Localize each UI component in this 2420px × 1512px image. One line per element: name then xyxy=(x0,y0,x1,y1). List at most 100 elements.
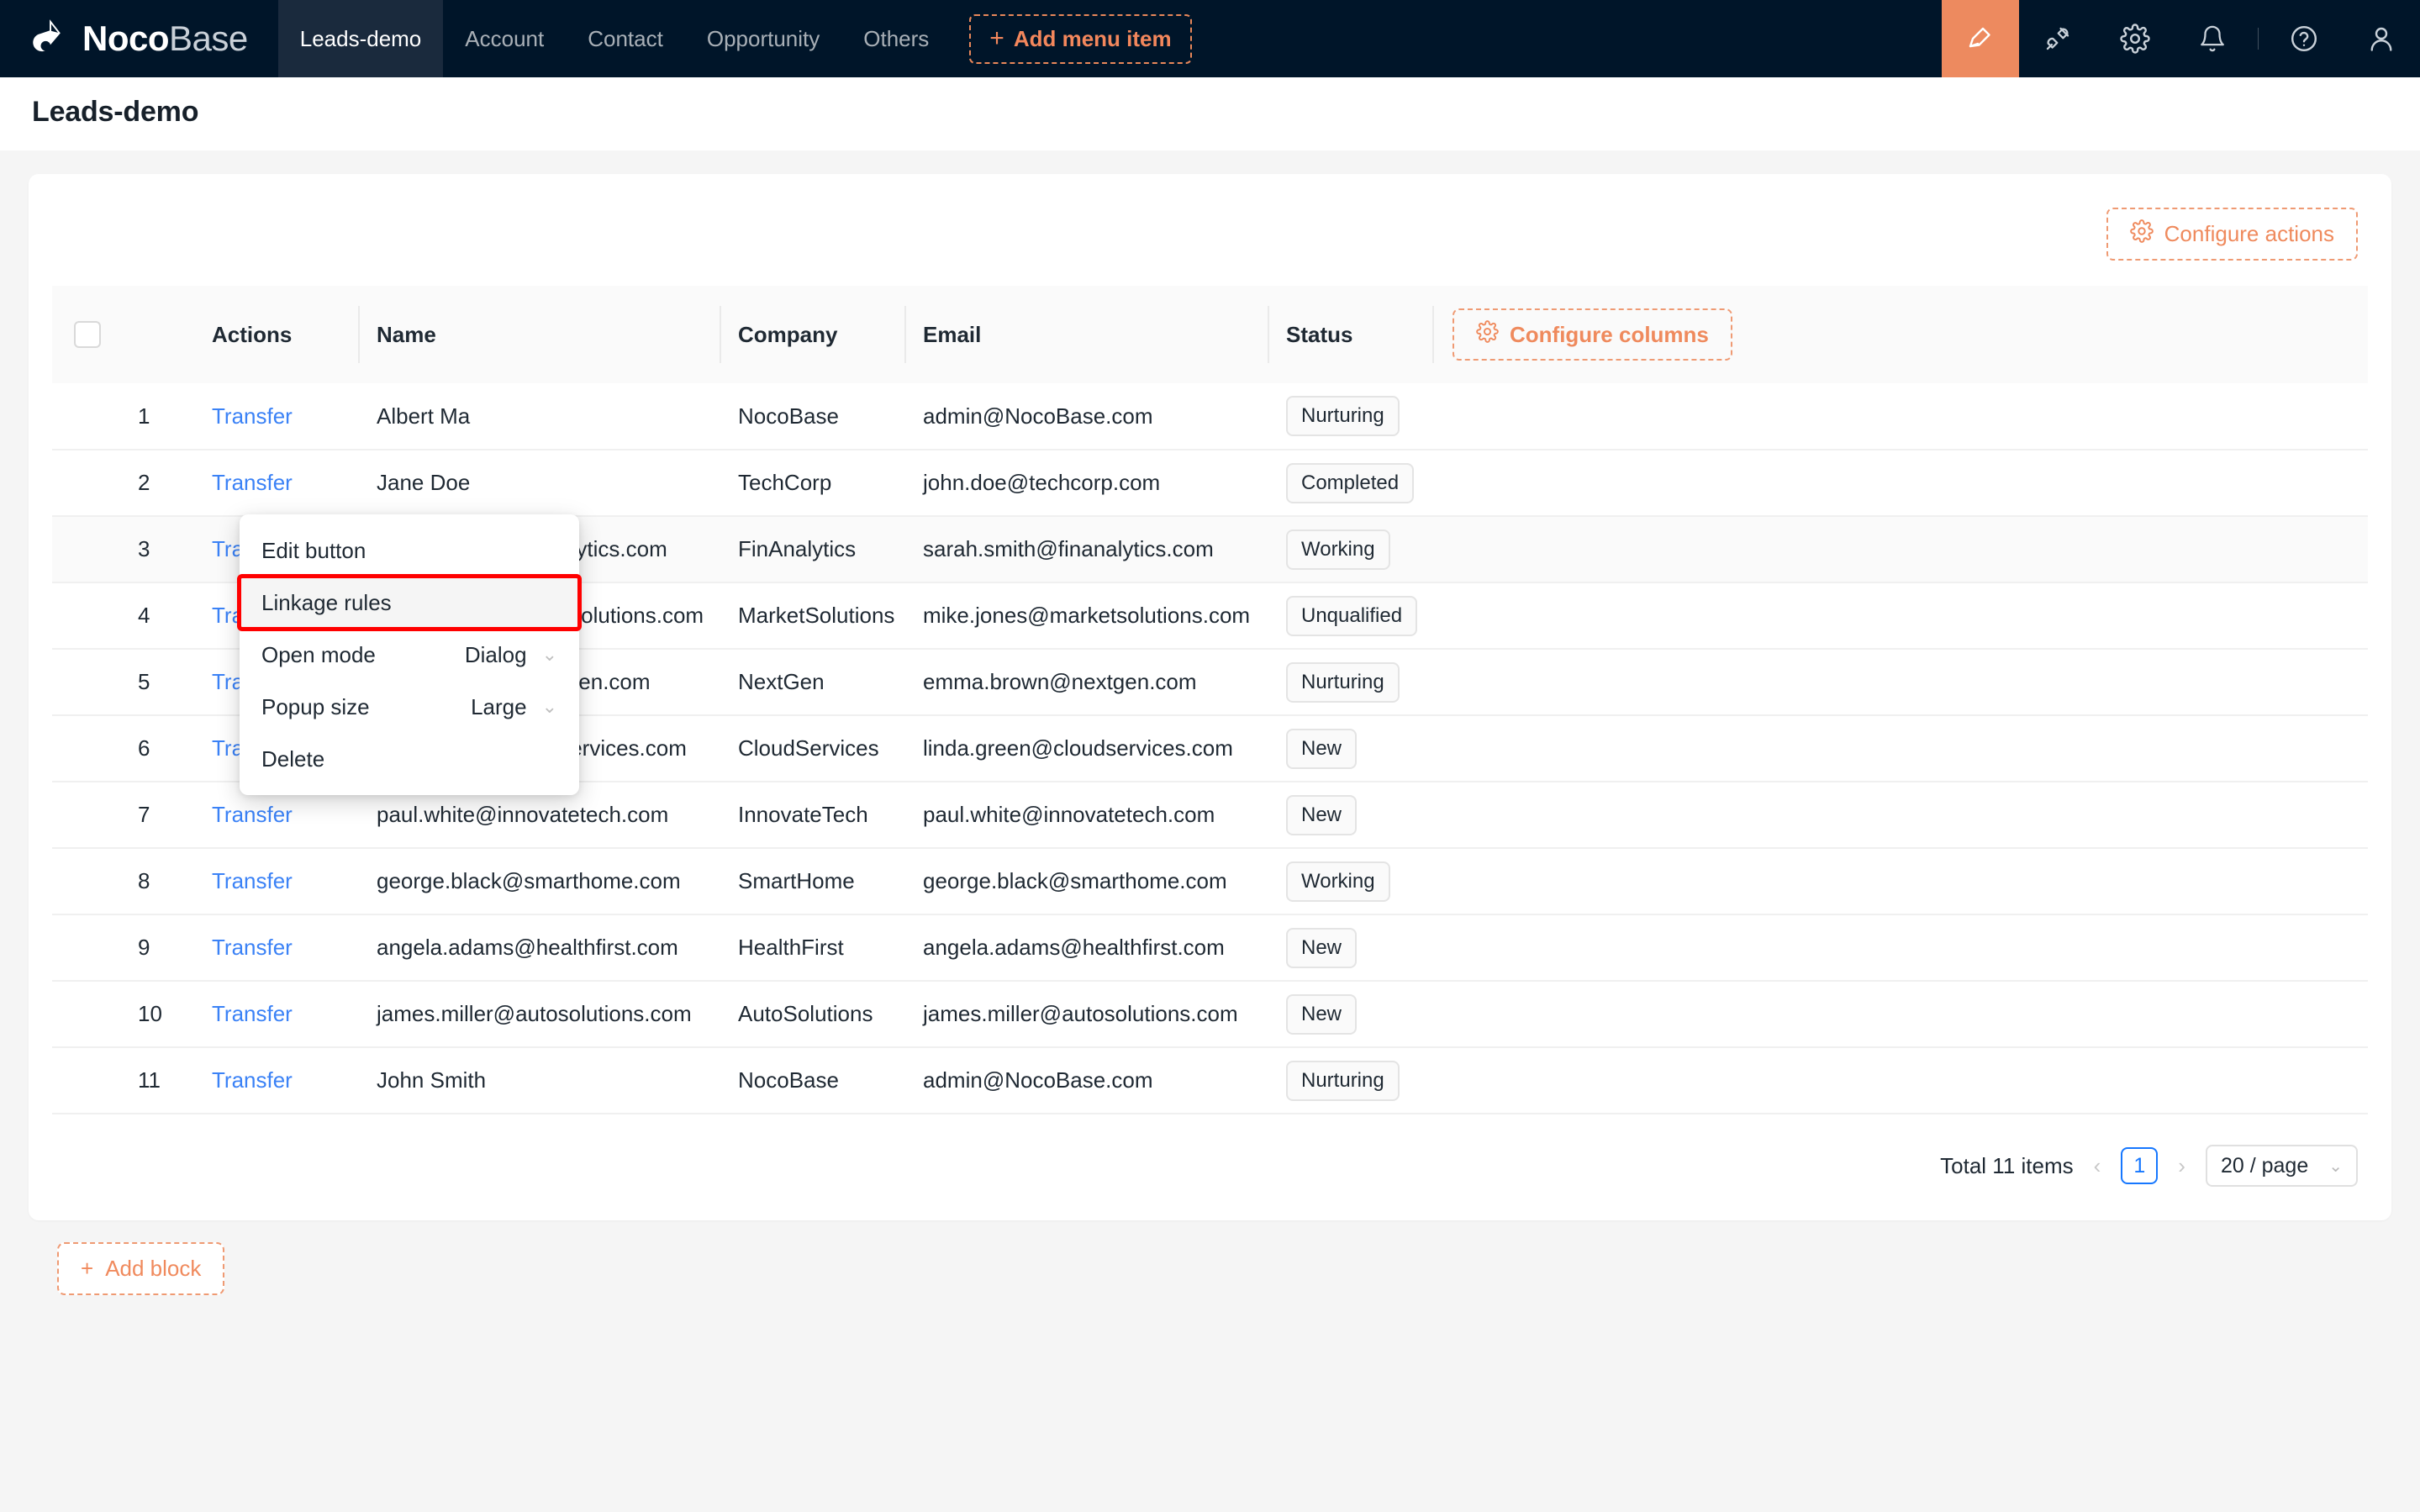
configure-actions-button[interactable]: Configure actions xyxy=(2106,208,2358,261)
transfer-button[interactable]: Transfer xyxy=(212,868,293,893)
context-menu-item-label: Edit button xyxy=(261,538,366,564)
context-menu-item-edit-button[interactable]: Edit button xyxy=(240,524,579,577)
chevron-down-icon: ⌄ xyxy=(542,696,557,718)
gear-icon xyxy=(1476,320,1499,349)
row-email: john.doe@techcorp.com xyxy=(904,450,1268,516)
context-menu-item-value[interactable]: Dialog⌄ xyxy=(465,642,557,668)
nav-item-leads-demo[interactable]: Leads-demo xyxy=(278,0,444,77)
row-actions-cell[interactable]: Transfer xyxy=(193,450,358,516)
context-menu-item-popup-size[interactable]: Popup sizeLarge⌄ xyxy=(240,681,579,733)
row-email: emma.brown@nextgen.com xyxy=(904,649,1268,715)
column-header-status[interactable]: Status xyxy=(1268,286,1432,383)
nav-item-label: Contact xyxy=(588,26,663,52)
bell-icon[interactable] xyxy=(2174,0,2251,77)
plus-icon: + xyxy=(81,1256,93,1282)
row-status: Completed xyxy=(1268,450,2368,516)
column-header-company[interactable]: Company xyxy=(720,286,904,383)
transfer-button[interactable]: Transfer xyxy=(212,1001,293,1026)
row-company: CloudServices xyxy=(720,715,904,782)
page-size-select[interactable]: 20 / page ⌄ xyxy=(2206,1145,2358,1187)
configure-actions-label: Configure actions xyxy=(2164,221,2334,247)
row-company: TechCorp xyxy=(720,450,904,516)
context-menu-item-label: Open mode xyxy=(261,642,376,668)
context-menu-item-delete[interactable]: Delete xyxy=(240,733,579,785)
ui-editor-icon[interactable] xyxy=(1942,0,2019,77)
nav-item-opportunity[interactable]: Opportunity xyxy=(685,0,841,77)
add-menu-item-button[interactable]: + Add menu item xyxy=(969,14,1191,64)
table-row[interactable]: 1TransferAlbert MaNocoBaseadmin@NocoBase… xyxy=(52,383,2368,450)
transfer-button[interactable]: Transfer xyxy=(212,935,293,960)
context-menu-item-linkage-rules[interactable]: Linkage rules xyxy=(240,577,579,629)
column-header-actions[interactable]: Actions xyxy=(193,286,358,383)
row-status: New xyxy=(1268,914,2368,981)
row-email: james.miller@autosolutions.com xyxy=(904,981,1268,1047)
gear-icon[interactable] xyxy=(2096,0,2174,77)
row-company: NocoBase xyxy=(720,383,904,450)
row-checkbox-cell[interactable] xyxy=(52,715,116,782)
action-settings-context-menu: Edit button Linkage rules Open mode Dialog⌄… xyxy=(240,514,579,795)
row-actions-cell[interactable]: Transfer xyxy=(193,848,358,914)
pagination-prev-button[interactable]: ‹ xyxy=(2090,1153,2105,1179)
row-index: 8 xyxy=(116,848,193,914)
status-badge: New xyxy=(1286,729,1357,769)
row-email: paul.white@innovatetech.com xyxy=(904,782,1268,848)
column-header-name[interactable]: Name xyxy=(358,286,720,383)
help-circle-icon[interactable] xyxy=(2265,0,2343,77)
table-row[interactable]: 11TransferJohn SmithNocoBaseadmin@NocoBa… xyxy=(52,1047,2368,1114)
select-all-checkbox[interactable] xyxy=(74,321,101,348)
row-actions-cell[interactable]: Transfer xyxy=(193,914,358,981)
pagination-next-button[interactable]: › xyxy=(2175,1153,2189,1179)
table-row[interactable]: 9Transferangela.adams@healthfirst.comHea… xyxy=(52,914,2368,981)
row-email: sarah.smith@finanalytics.com xyxy=(904,516,1268,582)
brand-logo-area[interactable]: NocoBase xyxy=(0,0,278,77)
plugin-icon[interactable] xyxy=(2019,0,2096,77)
pagination-total-label: Total 11 items xyxy=(1940,1153,2073,1179)
brand-part-2: Base xyxy=(169,18,248,58)
nav-item-label: Others xyxy=(863,26,929,52)
transfer-button[interactable]: Transfer xyxy=(212,470,293,495)
row-status: New xyxy=(1268,981,2368,1047)
row-checkbox-cell[interactable] xyxy=(52,981,116,1047)
row-checkbox-cell[interactable] xyxy=(52,848,116,914)
nav-item-contact[interactable]: Contact xyxy=(566,0,685,77)
transfer-button[interactable]: Transfer xyxy=(212,403,293,429)
row-index: 9 xyxy=(116,914,193,981)
row-actions-cell[interactable]: Transfer xyxy=(193,1047,358,1114)
transfer-button[interactable]: Transfer xyxy=(212,802,293,827)
nav-item-label: Leads-demo xyxy=(300,26,422,52)
context-menu-item-value[interactable]: Large ⌄ xyxy=(471,694,557,720)
table-row[interactable]: 2TransferJane DoeTechCorpjohn.doe@techco… xyxy=(52,450,2368,516)
status-badge: New xyxy=(1286,994,1357,1035)
status-badge: Unqualified xyxy=(1286,596,1417,636)
row-email: admin@NocoBase.com xyxy=(904,1047,1268,1114)
row-checkbox-cell[interactable] xyxy=(52,649,116,715)
row-email: admin@NocoBase.com xyxy=(904,383,1268,450)
transfer-button[interactable]: Transfer xyxy=(212,1067,293,1093)
user-avatar-icon[interactable] xyxy=(2343,0,2420,77)
column-header-email[interactable]: Email xyxy=(904,286,1268,383)
row-company: InnovateTech xyxy=(720,782,904,848)
table-row[interactable]: 10Transferjames.miller@autosolutions.com… xyxy=(52,981,2368,1047)
nav-item-others[interactable]: Others xyxy=(841,0,951,77)
row-checkbox-cell[interactable] xyxy=(52,914,116,981)
brand-part-1: Noco xyxy=(82,18,169,58)
row-actions-cell[interactable]: Transfer xyxy=(193,981,358,1047)
row-status: Working xyxy=(1268,516,2368,582)
row-checkbox-cell[interactable] xyxy=(52,782,116,848)
row-actions-cell[interactable]: Transfer xyxy=(193,383,358,450)
row-checkbox-cell[interactable] xyxy=(52,1047,116,1114)
row-checkbox-cell[interactable] xyxy=(52,582,116,649)
nav-right-icons xyxy=(1942,0,2420,77)
row-checkbox-cell[interactable] xyxy=(52,383,116,450)
nav-item-account[interactable]: Account xyxy=(443,0,566,77)
add-block-button[interactable]: + Add block xyxy=(57,1242,224,1295)
table-row[interactable]: 8Transfergeorge.black@smarthome.comSmart… xyxy=(52,848,2368,914)
row-checkbox-cell[interactable] xyxy=(52,516,116,582)
context-menu-item-value-text: Large xyxy=(471,694,527,720)
row-checkbox-cell[interactable] xyxy=(52,450,116,516)
context-menu-item-open-mode[interactable]: Open mode Dialog⌄ xyxy=(240,629,579,681)
row-status: Unqualified xyxy=(1268,582,2368,649)
row-email: george.black@smarthome.com xyxy=(904,848,1268,914)
pagination-page-1[interactable]: 1 xyxy=(2121,1147,2158,1184)
configure-columns-button[interactable]: Configure columns xyxy=(1453,308,1732,361)
